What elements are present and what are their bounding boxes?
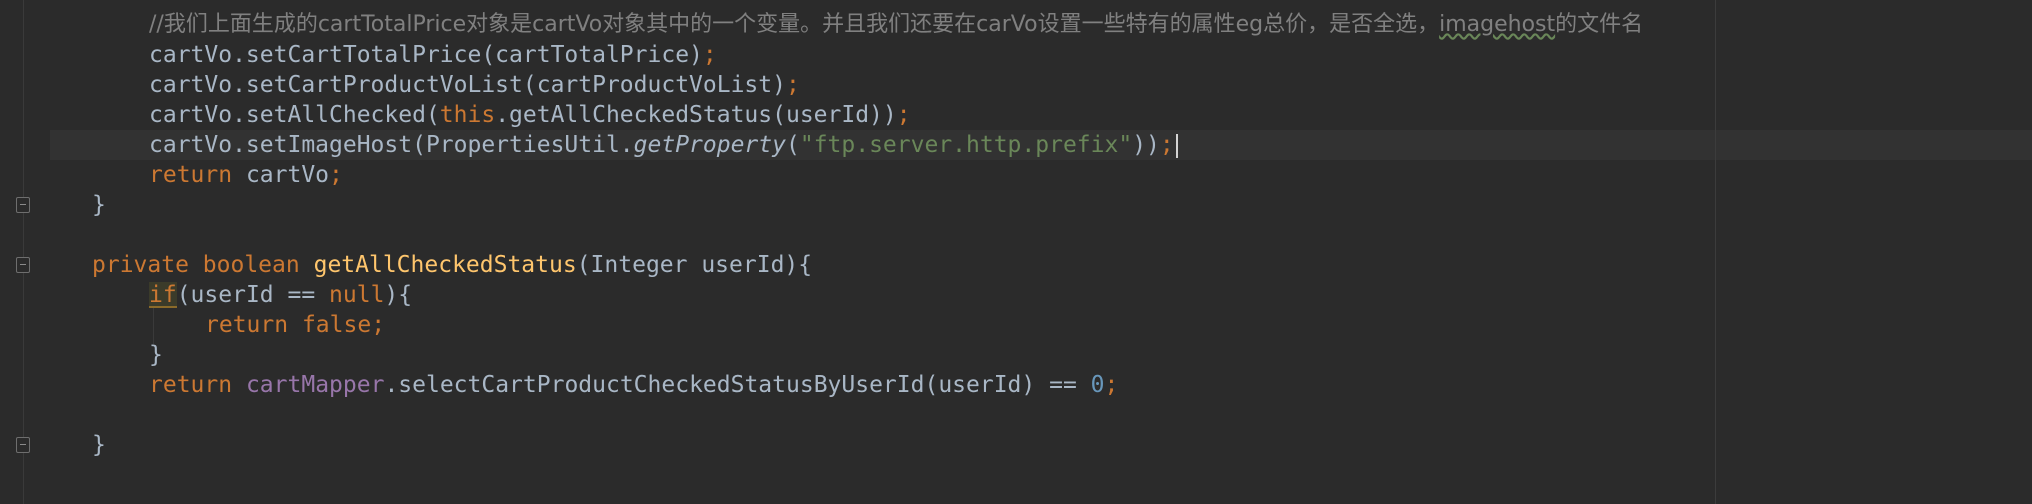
keyword: return [149, 162, 233, 188]
keyword-highlighted: if [149, 282, 177, 308]
code-line[interactable]: cartVo.setCartProductVoList(cartProductV… [149, 70, 800, 100]
code-text: cartVo.setCartProductVoList(cartProductV… [149, 72, 786, 98]
editor-gutter [0, 0, 50, 504]
comment-tail: 的文件名 [1555, 12, 1644, 37]
code-text: )) [1132, 132, 1160, 158]
fold-marker-icon[interactable] [16, 197, 30, 213]
code-text: cartVo.setCartTotalPrice(cartTotalPrice) [149, 42, 703, 68]
right-margin-guide [1715, 0, 1716, 504]
semicolon: ; [371, 312, 386, 338]
code-line[interactable]: if(userId == null){ [149, 280, 412, 310]
gutter-divider [23, 0, 24, 504]
typo-word: imagehost [1439, 12, 1556, 37]
closing-brace: } [92, 192, 106, 218]
code-line-method-signature[interactable]: private boolean getAllCheckedStatus(Inte… [92, 250, 812, 280]
code-line-current[interactable]: cartVo.setImageHost(PropertiesUtil.getPr… [149, 130, 1178, 160]
field-reference: cartMapper [245, 372, 385, 398]
code-line[interactable]: return cartMapper.selectCartProductCheck… [149, 370, 1118, 400]
closing-brace: } [149, 342, 163, 368]
code-line[interactable]: return false; [205, 310, 385, 340]
code-line[interactable]: cartVo.setAllChecked(this.getAllCheckedS… [149, 100, 911, 130]
keyword: boolean [202, 252, 300, 278]
closing-brace: } [92, 432, 106, 458]
code-line[interactable]: return cartVo; [149, 160, 343, 190]
code-text: cartVo.setAllChecked( [149, 102, 440, 128]
code-text: cartVo.setImageHost(PropertiesUtil. [149, 132, 634, 158]
code-text: ( [785, 132, 800, 158]
code-text: (Integer userId){ [576, 252, 813, 278]
static-method: getProperty [633, 132, 786, 158]
code-line[interactable]: } [149, 340, 163, 370]
string-literal: "ftp.server.http.prefix" [799, 132, 1133, 158]
code-line[interactable]: } [92, 430, 106, 460]
code-text: .selectCartProductCheckedStatusByUserId(… [384, 372, 1091, 398]
keyword: private [92, 252, 189, 278]
code-text: cartVo [232, 162, 330, 188]
code-line[interactable]: } [92, 190, 106, 220]
number-literal: 0 [1090, 372, 1105, 398]
keyword: null [329, 282, 385, 308]
keyword: false [301, 312, 372, 338]
semicolon: ; [702, 42, 717, 68]
code-text: ){ [384, 282, 413, 308]
code-text: .getAllCheckedStatus(userId)) [495, 102, 897, 128]
code-text: (userId == [176, 282, 330, 308]
text-caret [1175, 133, 1178, 158]
code-line-comment[interactable]: //我们上面生成的cartTotalPrice对象是cartVo对象其中的一个变… [149, 10, 1643, 40]
semicolon: ; [329, 162, 343, 188]
semicolon: ; [1104, 372, 1119, 398]
indent-guide [153, 305, 154, 345]
fold-marker-icon[interactable] [16, 257, 30, 273]
semicolon: ; [896, 102, 911, 128]
comment-text: //我们上面生成的cartTotalPrice对象是cartVo对象其中的一个变… [149, 12, 1440, 37]
semicolon: ; [785, 72, 800, 98]
fold-marker-icon[interactable] [16, 437, 30, 453]
keyword: return [205, 312, 289, 338]
code-line[interactable]: cartVo.setCartTotalPrice(cartTotalPrice)… [149, 40, 717, 70]
keyword: return [149, 372, 233, 398]
semicolon: ; [1159, 132, 1174, 158]
method-name: getAllCheckedStatus [313, 252, 577, 278]
code-editor[interactable]: //我们上面生成的cartTotalPrice对象是cartVo对象其中的一个变… [0, 0, 2032, 504]
keyword: this [439, 102, 496, 128]
